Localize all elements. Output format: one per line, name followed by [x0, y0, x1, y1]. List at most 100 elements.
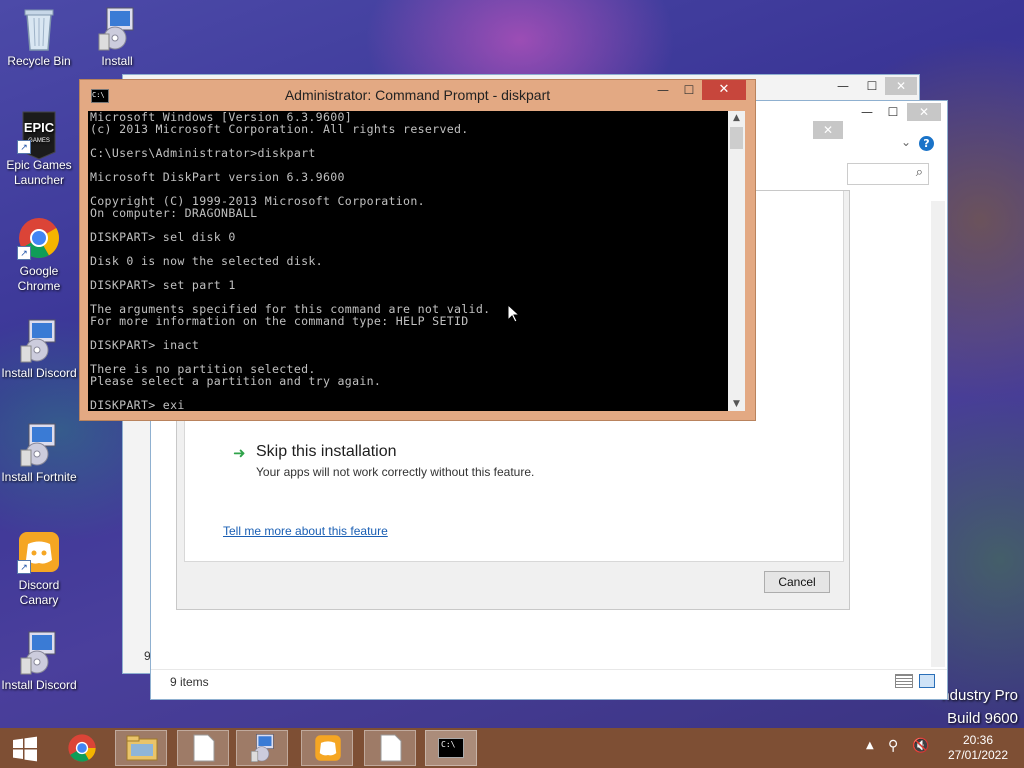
cmd-vertical-scrollbar[interactable]: ▲ ▼ — [728, 111, 745, 411]
cmd-icon: C:\ — [438, 738, 464, 758]
installer-icon — [17, 318, 61, 363]
show-hidden-icons-chevron-icon[interactable]: ▲ — [866, 740, 874, 751]
cmd-output-line: Microsoft DiskPart version 6.3.9600 — [90, 170, 345, 184]
search-icon: ⌕ — [915, 165, 923, 180]
desktop-icon-google-chrome[interactable]: ↗ Google Chrome — [0, 216, 78, 294]
clock-time: 20:36 — [962, 733, 994, 747]
cmd-maximize-button[interactable]: ☐ — [676, 80, 702, 100]
scroll-up-arrow-icon[interactable]: ▲ — [728, 111, 745, 125]
clock[interactable]: 20:36 27/01/2022 — [936, 733, 1020, 763]
taskbar-installer[interactable] — [236, 730, 288, 766]
ribbon-help-row: ⌄ ? — [847, 133, 945, 155]
cmd-console-output[interactable]: Microsoft Windows [Version 6.3.9600] (c) … — [88, 111, 728, 411]
desktop-icon-label: Install — [101, 54, 133, 68]
shortcut-arrow-icon: ↗ — [17, 246, 31, 260]
svg-text:GAMES: GAMES — [28, 138, 50, 144]
windows-watermark: ndustry Pro Build 9600 — [941, 684, 1018, 730]
document-icon — [193, 734, 215, 762]
items-count: 9 items — [170, 675, 209, 689]
document-icon — [380, 734, 402, 762]
clock-date: 27/01/2022 — [947, 748, 1009, 762]
desktop-icon-label: Discord Canary — [18, 578, 60, 607]
tell-me-more-link[interactable]: Tell me more about this feature — [223, 524, 388, 538]
chrome-icon — [68, 734, 96, 762]
recycle-bin-icon — [17, 6, 61, 51]
cmd-output-line: DISKPART> sel disk 0 — [90, 230, 236, 244]
taskbar-discord-canary[interactable] — [301, 730, 353, 766]
svg-text:EPIC: EPIC — [24, 120, 55, 135]
epic-games-icon: EPIC GAMES ↗ — [17, 110, 61, 160]
dialog-close-button[interactable]: ✕ — [813, 121, 843, 139]
cmd-close-button[interactable]: ✕ — [702, 80, 746, 100]
scroll-down-arrow-icon[interactable]: ▼ — [728, 397, 745, 411]
cmd-output-line: DISKPART> inact — [90, 338, 200, 352]
desktop-icon-label: Epic Games Launcher — [6, 158, 72, 187]
desktop-icon-label: Install Fortnite — [1, 470, 77, 484]
cmd-output-line: DISKPART> set part 1 — [90, 278, 236, 292]
large-icons-view-icon[interactable] — [919, 674, 935, 688]
details-view-icon[interactable] — [895, 674, 913, 688]
installer-icon — [95, 6, 139, 51]
cmd-output-lines: Microsoft Windows [Version 6.3.9600] (c) … — [88, 111, 728, 411]
installer-icon — [17, 630, 61, 675]
watermark-edition: ndustry Pro — [941, 687, 1018, 704]
taskbar-chrome[interactable] — [56, 730, 108, 766]
windows-logo-icon — [13, 736, 37, 762]
mouse-cursor-icon — [507, 303, 521, 323]
green-arrow-icon: ➜ — [233, 444, 246, 462]
taskbar-file-explorer[interactable] — [115, 730, 167, 766]
skip-installation-description: Your apps will not work correctly withou… — [256, 465, 535, 479]
desktop-icon-label: Install Discord — [1, 678, 77, 692]
taskbar-document-1[interactable] — [177, 730, 229, 766]
shortcut-arrow-icon: ↗ — [17, 560, 31, 574]
chrome-icon: ↗ — [17, 216, 61, 260]
network-status-icon[interactable]: ⚲ — [888, 738, 898, 754]
desktop-icon-discord-canary[interactable]: ↗ Discord Canary — [0, 530, 78, 608]
cmd-output-line: C:\Users\Administrator>diskpart — [90, 146, 316, 160]
skip-installation-title: Skip this installation — [256, 443, 397, 460]
cmd-output-line: DISKPART> exi_ — [90, 398, 192, 411]
start-button[interactable] — [0, 730, 50, 766]
taskbar: C:\ ▲ ⚲ 🔇 20:36 27/01/2022 — [0, 728, 1024, 768]
discord-canary-icon: ↗ — [17, 530, 61, 574]
desktop-icon-label: Recycle Bin — [7, 54, 71, 68]
desktop-icon-recycle-bin[interactable]: Recycle Bin — [0, 6, 78, 69]
desktop-icon-epic-games-launcher[interactable]: EPIC GAMES ↗ Epic Games Launcher — [0, 110, 78, 188]
skip-installation-option[interactable]: ➜ Skip this installation Your apps will … — [233, 443, 653, 483]
cancel-button[interactable]: Cancel — [764, 571, 830, 593]
maximize-button[interactable]: ☐ — [858, 77, 886, 95]
folder-icon — [126, 735, 158, 761]
vertical-scrollbar[interactable] — [931, 201, 945, 667]
desktop-icon-install-fortnite[interactable]: Install Fortnite — [0, 422, 78, 485]
desktop-icon-label: Install Discord — [1, 366, 77, 380]
cmd-output-line: Please select a partition and try again. — [90, 374, 382, 388]
close-button[interactable]: ✕ — [907, 103, 941, 121]
search-box[interactable]: ⌕ — [847, 163, 929, 185]
taskbar-command-prompt[interactable]: C:\ — [425, 730, 477, 766]
cmd-output-line: (c) 2013 Microsoft Corporation. All righ… — [90, 122, 469, 136]
taskbar-document-2[interactable] — [364, 730, 416, 766]
desktop-icon-install-discord-2[interactable]: Install Discord — [0, 630, 78, 693]
cmd-output-line: Disk 0 is now the selected disk. — [90, 254, 323, 268]
command-prompt-window[interactable]: C:\ Administrator: Command Prompt - disk… — [79, 79, 756, 421]
cmd-output-line: On computer: DRAGONBALL — [90, 206, 258, 220]
cmd-output-line: For more information on the command type… — [90, 314, 469, 328]
scroll-thumb[interactable] — [730, 127, 743, 149]
shortcut-arrow-icon: ↗ — [17, 140, 31, 154]
help-icon[interactable]: ? — [919, 136, 934, 151]
watermark-build: Build 9600 — [947, 710, 1018, 727]
installer-icon — [17, 422, 61, 467]
volume-muted-icon[interactable]: 🔇 — [912, 738, 929, 754]
desktop-icon-label: Google Chrome — [17, 264, 61, 293]
minimize-button[interactable]: — — [853, 103, 881, 121]
chevron-down-icon[interactable]: ⌄ — [901, 135, 911, 149]
desktop-icon-install-discord-1[interactable]: Install Discord — [0, 318, 78, 381]
close-button[interactable]: ✕ — [885, 77, 917, 95]
cmd-title-bar[interactable]: C:\ Administrator: Command Prompt - disk… — [80, 80, 755, 110]
minimize-button[interactable]: — — [829, 77, 857, 95]
cmd-minimize-button[interactable]: — — [650, 80, 676, 100]
installer-icon — [250, 733, 274, 763]
desktop-icon-install[interactable]: Install — [78, 6, 156, 69]
maximize-button[interactable]: ☐ — [879, 103, 907, 121]
status-bar: 9 items — [151, 669, 947, 698]
